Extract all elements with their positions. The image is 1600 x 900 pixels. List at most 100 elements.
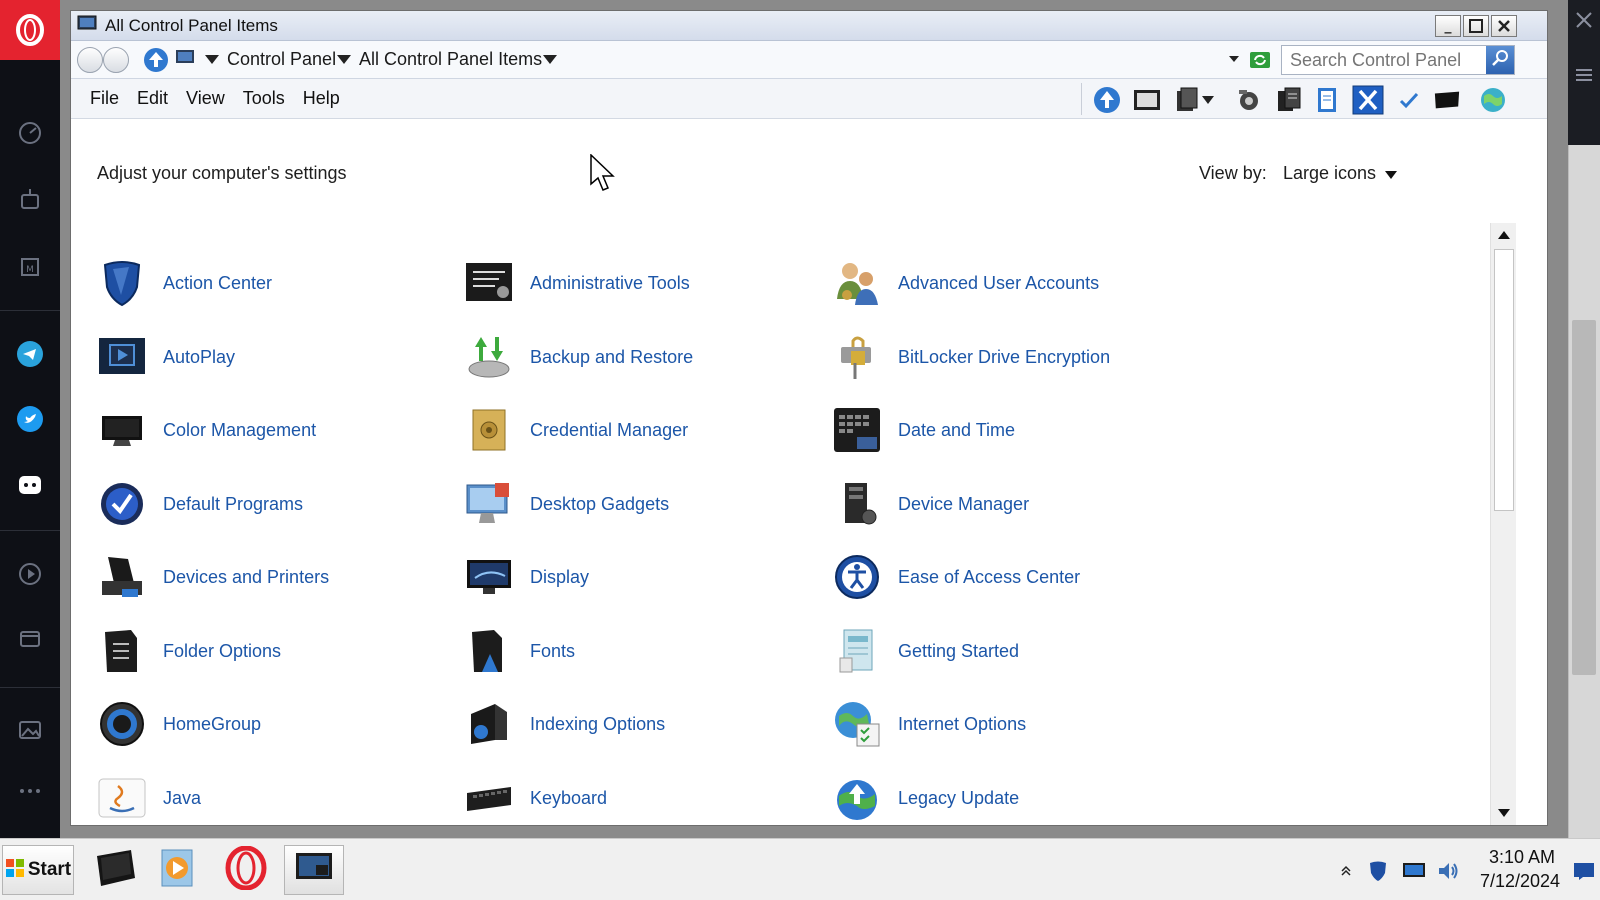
cp-item-fonts[interactable]: Fonts — [464, 623, 824, 679]
close-icon[interactable] — [1574, 10, 1594, 34]
window-title: All Control Panel Items — [105, 15, 278, 35]
menu-edit[interactable]: Edit — [137, 88, 168, 109]
title-bar[interactable]: All Control Panel Items _ — [71, 11, 1547, 41]
clock-time[interactable]: 3:10 AM — [1482, 847, 1562, 868]
cp-item-device-manager[interactable]: Device Manager — [832, 476, 1192, 532]
clock-date[interactable]: 7/12/2024 — [1470, 871, 1570, 892]
cp-item-date-and-time[interactable]: Date and Time — [832, 402, 1192, 458]
menu-view[interactable]: View — [186, 88, 225, 109]
chevron-down-icon[interactable] — [1199, 87, 1217, 113]
forward-button[interactable] — [103, 47, 129, 73]
discord-icon[interactable] — [14, 469, 46, 501]
notes-icon[interactable] — [1313, 87, 1341, 113]
cp-item-default-programs[interactable]: Default Programs — [97, 476, 457, 532]
menu-file[interactable]: File — [90, 88, 119, 109]
menu-help[interactable]: Help — [303, 88, 340, 109]
check-circle-icon — [97, 479, 147, 529]
cp-item-action-center[interactable]: Action Center — [97, 255, 457, 311]
search-button[interactable] — [1486, 46, 1514, 74]
speed-dial-icon[interactable] — [14, 117, 46, 149]
action-center-tray-icon[interactable] — [1572, 859, 1596, 883]
camera-icon[interactable] — [1235, 87, 1263, 113]
cp-item-homegroup[interactable]: HomeGroup — [97, 696, 457, 752]
search-box[interactable] — [1281, 45, 1515, 75]
opera-logo-icon[interactable] — [0, 0, 60, 60]
documents-icon[interactable] — [1173, 87, 1201, 113]
chevron-down-icon[interactable] — [205, 55, 219, 64]
back-button[interactable] — [77, 47, 103, 73]
checkmark-icon[interactable] — [1395, 87, 1423, 113]
breadcrumb-control-panel[interactable]: Control Panel — [227, 49, 336, 70]
cp-item-credential-manager[interactable]: Credential Manager — [464, 402, 824, 458]
shield-tray-icon[interactable] — [1366, 859, 1390, 883]
cp-item-bitlocker[interactable]: BitLocker Drive Encryption — [832, 329, 1192, 385]
network-globe-icon[interactable] — [1479, 87, 1507, 113]
player-icon[interactable] — [14, 558, 46, 590]
search-icon — [1491, 49, 1509, 71]
chevron-down-icon[interactable] — [543, 55, 557, 64]
chevron-down-icon[interactable] — [1385, 171, 1397, 179]
cp-item-ease-of-access[interactable]: Ease of Access Center — [832, 549, 1192, 605]
taskbar-media-player-button[interactable] — [148, 845, 208, 895]
search-input[interactable] — [1282, 46, 1482, 74]
scroll-down-button[interactable] — [1491, 801, 1517, 825]
cp-item-backup-and-restore[interactable]: Backup and Restore — [464, 329, 824, 385]
content-scrollbar[interactable] — [1490, 223, 1516, 825]
taskbar-opera-button[interactable] — [216, 845, 276, 895]
scroll-thumb[interactable] — [1494, 249, 1514, 511]
twitter-icon[interactable] — [14, 403, 46, 435]
minimize-button[interactable]: _ — [1435, 15, 1461, 37]
page-heading: Adjust your computer's settings — [97, 163, 347, 183]
aria-icon[interactable] — [14, 183, 46, 215]
folder-dark-icon[interactable] — [1433, 87, 1461, 113]
menu-bar: File Edit View Tools Help — [71, 79, 1547, 119]
color-management-icon — [97, 405, 147, 455]
wallet-icon[interactable] — [14, 622, 46, 654]
menu-tools[interactable]: Tools — [243, 88, 285, 109]
cp-item-label: Indexing Options — [530, 713, 666, 734]
chip-icon[interactable]: M — [14, 251, 46, 283]
scroll-up-button[interactable] — [1491, 223, 1517, 247]
cp-item-advanced-user-accounts[interactable]: Advanced User Accounts — [832, 255, 1192, 311]
more-icon[interactable] — [14, 775, 46, 807]
cp-item-folder-options[interactable]: Folder Options — [97, 623, 457, 679]
history-dropdown-icon[interactable] — [1229, 56, 1239, 62]
cp-item-administrative-tools[interactable]: Administrative Tools — [464, 255, 824, 311]
homegroup-icon — [97, 699, 147, 749]
cp-item-indexing-options[interactable]: Indexing Options — [464, 696, 824, 752]
cp-item-internet-options[interactable]: Internet Options — [832, 696, 1192, 752]
cp-item-devices-and-printers[interactable]: Devices and Printers — [97, 549, 457, 605]
delete-icon[interactable] — [1352, 85, 1384, 115]
taskbar-explorer-button[interactable] — [86, 845, 146, 895]
control-panel-window: All Control Panel Items _ Control Panel … — [70, 10, 1548, 826]
cp-item-java[interactable]: Java — [97, 770, 457, 826]
close-button[interactable] — [1491, 15, 1517, 37]
chevron-up-icon[interactable] — [1334, 859, 1358, 883]
cp-item-keyboard[interactable]: Keyboard — [464, 770, 824, 826]
easy-setup-icon[interactable] — [1574, 65, 1594, 89]
up-arrow-icon[interactable] — [143, 47, 169, 77]
cp-item-legacy-update[interactable]: Legacy Update — [832, 770, 1192, 826]
maximize-button[interactable] — [1463, 15, 1489, 37]
browser-scrollbar[interactable] — [1568, 145, 1600, 838]
gallery-icon[interactable] — [14, 714, 46, 746]
cp-item-getting-started[interactable]: Getting Started — [832, 623, 1192, 679]
cp-item-autoplay[interactable]: AutoPlay — [97, 329, 457, 385]
upload-icon[interactable] — [1093, 87, 1121, 113]
network-tray-icon[interactable] — [1402, 859, 1426, 883]
telegram-icon[interactable] — [14, 338, 46, 370]
breadcrumb-all-items[interactable]: All Control Panel Items — [359, 49, 542, 70]
start-button[interactable]: Start — [2, 845, 74, 895]
view-by-dropdown[interactable]: Large icons — [1283, 163, 1376, 184]
sidebar-divider — [0, 687, 60, 688]
cp-item-color-management[interactable]: Color Management — [97, 402, 457, 458]
cp-item-desktop-gadgets[interactable]: Desktop Gadgets — [464, 476, 824, 532]
browser-scrollbar-thumb[interactable] — [1572, 320, 1596, 675]
cp-item-display[interactable]: Display — [464, 549, 824, 605]
chevron-down-icon[interactable] — [337, 55, 351, 64]
volume-tray-icon[interactable] — [1436, 859, 1460, 883]
taskbar-control-panel-button[interactable] — [284, 845, 344, 895]
copy-icon[interactable] — [1275, 87, 1303, 113]
refresh-icon[interactable] — [1249, 50, 1271, 74]
window-view-icon[interactable] — [1133, 87, 1161, 113]
